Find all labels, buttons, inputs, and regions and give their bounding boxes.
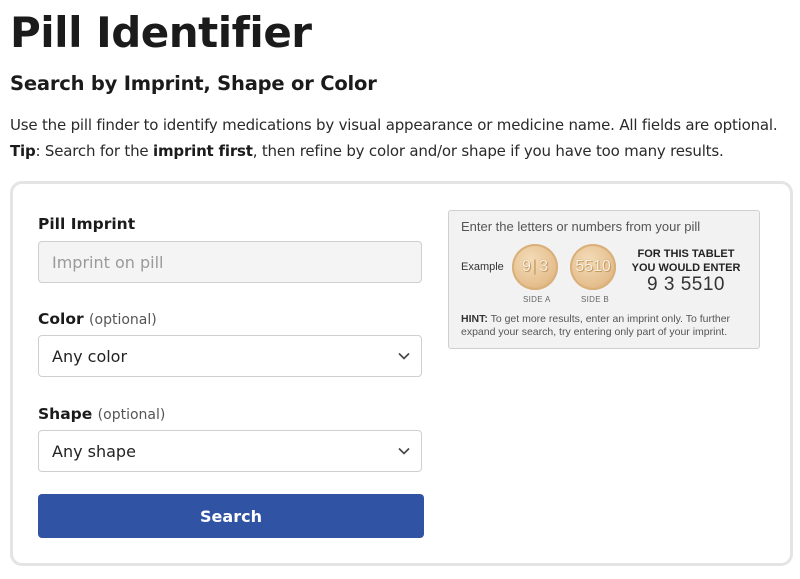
search-form-card: Pill Imprint Imprint on pill Color (opti…	[10, 181, 793, 566]
search-button[interactable]: Search	[38, 494, 424, 538]
color-select-value: Any color	[52, 346, 128, 366]
imprint-example-panel: Enter the letters or numbers from your p…	[448, 210, 760, 349]
side-b-label: SIDE B	[581, 295, 610, 304]
enter-heading: FOR THIS TABLET YOU WOULD ENTER	[631, 248, 741, 274]
example-title: Enter the letters or numbers from your p…	[461, 219, 701, 234]
shape-optional-note: (optional)	[97, 407, 166, 423]
color-select[interactable]: Any color	[38, 335, 422, 377]
shape-label: Shape (optional)	[38, 405, 165, 423]
color-label: Color (optional)	[38, 310, 157, 328]
shape-select[interactable]: Any shape	[38, 430, 422, 472]
pill-identifier-page: Pill Identifier Search by Imprint, Shape…	[0, 0, 800, 579]
shape-label-text: Shape	[38, 405, 93, 423]
imprint-label: Pill Imprint	[38, 215, 136, 233]
example-word: Example	[461, 261, 504, 273]
color-optional-note: (optional)	[89, 312, 157, 328]
pill-side-a-left-digit: 9	[522, 258, 531, 275]
tip-label: Tip	[10, 142, 36, 160]
hint-label: HINT:	[461, 313, 488, 325]
pill-side-a-image: 9 | 3	[512, 244, 558, 290]
side-a-label: SIDE A	[523, 295, 551, 304]
imprint-input[interactable]: Imprint on pill	[38, 241, 422, 283]
hint-body: To get more results, enter an imprint on…	[461, 313, 731, 338]
intro-text: Use the pill finder to identify medicati…	[10, 112, 795, 164]
shape-select-value: Any shape	[52, 441, 136, 461]
pill-side-a-right-digit: 3	[539, 258, 548, 275]
intro-description: Use the pill finder to identify medicati…	[10, 116, 778, 134]
pill-score-line: |	[532, 258, 538, 275]
page-subtitle: Search by Imprint, Shape or Color	[10, 72, 377, 95]
tip-pre: : Search for the	[35, 142, 154, 160]
tip-post: , then refine by color and/or shape if y…	[252, 142, 724, 160]
page-title: Pill Identifier	[10, 8, 312, 57]
color-label-text: Color	[38, 310, 84, 328]
chevron-down-icon	[397, 444, 411, 458]
imprint-placeholder: Imprint on pill	[52, 252, 164, 272]
pill-side-b-image: 5510	[570, 244, 616, 290]
chevron-down-icon	[397, 349, 411, 363]
tip-bold: imprint first	[153, 142, 253, 160]
hint-text: HINT: To get more results, enter an impr…	[461, 313, 753, 339]
enter-value: 9 3 5510	[647, 274, 725, 295]
pill-side-b-imprint: 5510	[575, 258, 611, 275]
